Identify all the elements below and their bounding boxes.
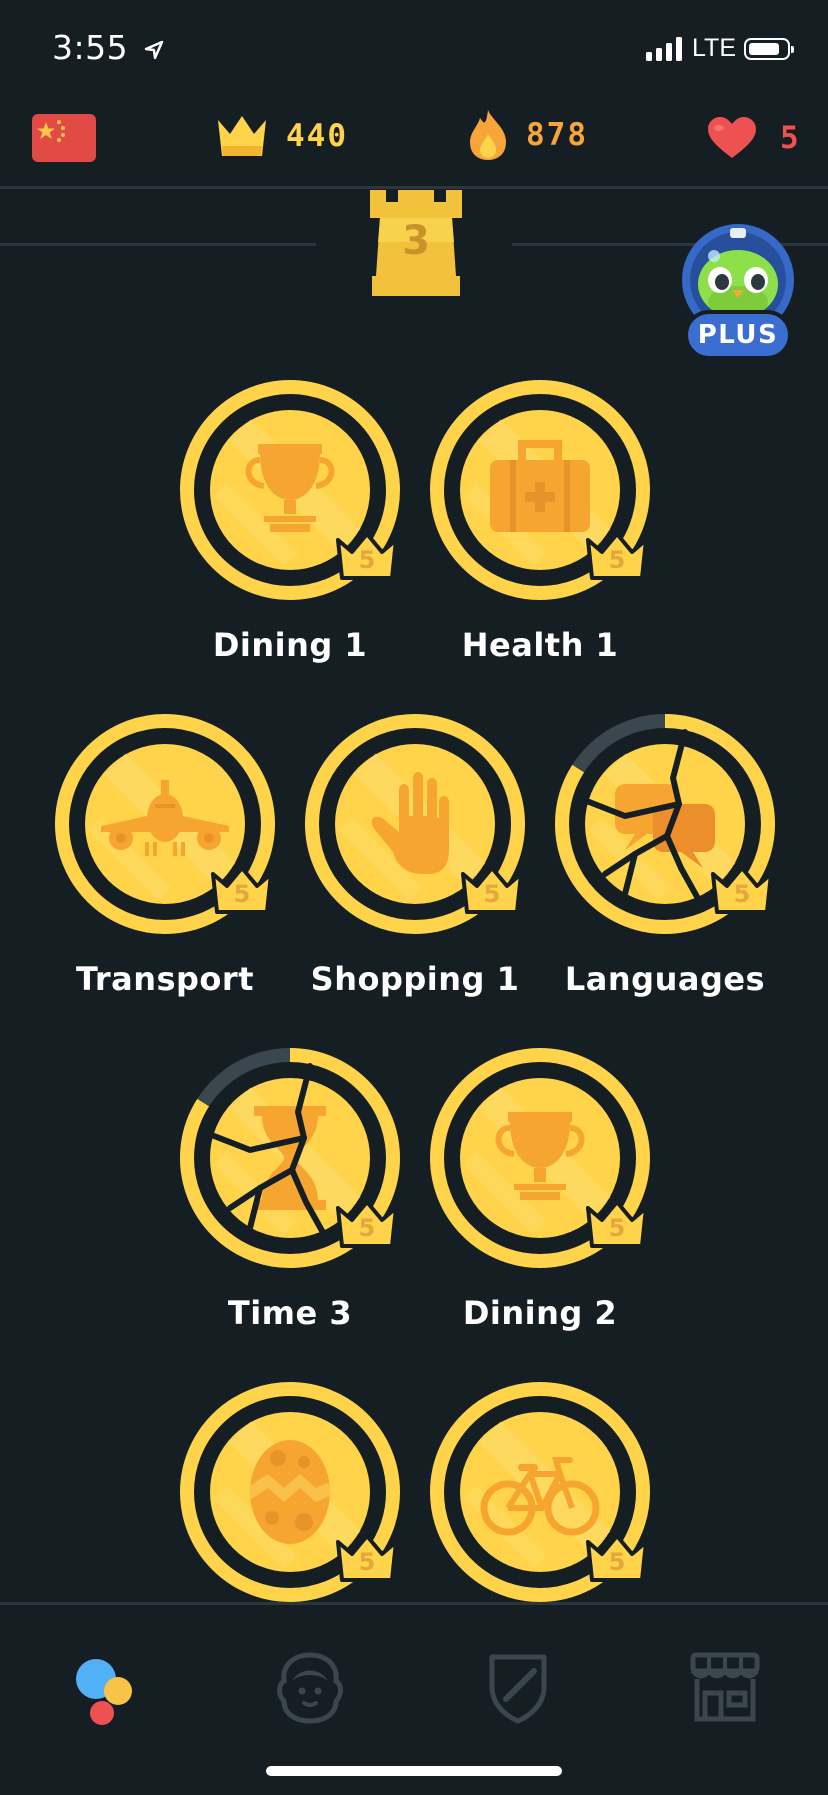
- skill-crown-badge: 5: [334, 530, 400, 582]
- course-flag-button[interactable]: [32, 114, 96, 166]
- skill-crown-level: 5: [483, 880, 501, 908]
- skill-dining-2[interactable]: 5 Dining 2: [430, 1048, 650, 1332]
- shield-icon: [489, 1654, 547, 1724]
- profile-tab-icon: [277, 1652, 343, 1724]
- shop-icon: [690, 1652, 760, 1722]
- tab-learn[interactable]: [70, 1645, 150, 1725]
- crowns-counter[interactable]: 440: [214, 112, 348, 160]
- tab-leaderboard[interactable]: [478, 1645, 558, 1725]
- skill-crown-level: 5: [358, 546, 376, 574]
- network-type: LTE: [692, 34, 736, 62]
- checkpoint-line-left: [0, 243, 316, 246]
- skill-shopping-1[interactable]: 5 Shopping 1: [305, 714, 525, 998]
- crowns-count: 440: [286, 118, 348, 154]
- skill-progress-ring: 5: [180, 380, 400, 600]
- home-indicator: [266, 1766, 562, 1776]
- skill-label: Health 1: [461, 626, 619, 664]
- streak-count: 878: [526, 117, 588, 153]
- skill-progress-ring: 5: [305, 714, 525, 934]
- skill-transport[interactable]: 5 Transport: [55, 714, 275, 998]
- skill-crown-badge: 5: [334, 1198, 400, 1250]
- skill-progress-ring: 5: [430, 380, 650, 600]
- hearts-counter[interactable]: 5: [706, 116, 801, 160]
- skill-progress-ring: 5: [55, 714, 275, 934]
- skill-crown-level: 5: [233, 880, 251, 908]
- location-arrow-icon: [144, 40, 164, 59]
- hearts-count: 5: [780, 120, 801, 156]
- skill-item-9[interactable]: 5: [430, 1382, 650, 1602]
- streak-counter[interactable]: 878: [466, 108, 588, 162]
- plus-button[interactable]: PLUS: [680, 224, 796, 364]
- skill-crown-badge: 5: [584, 1532, 650, 1584]
- skill-crown-level: 5: [733, 880, 751, 908]
- skill-crown-level: 5: [608, 1214, 626, 1242]
- skill-crown-level: 5: [608, 1548, 626, 1576]
- battery-icon: [744, 37, 794, 60]
- skill-crown-badge: 5: [584, 1198, 650, 1250]
- skill-label: Languages: [564, 960, 766, 998]
- skill-crown-level: 5: [358, 1548, 376, 1576]
- china-flag-icon: [32, 114, 96, 162]
- cellular-signal-icon: [646, 36, 682, 61]
- skill-label: Dining 2: [462, 1294, 618, 1332]
- status-time: 3:55: [52, 28, 165, 67]
- skill-crown-badge: 5: [584, 530, 650, 582]
- header-divider: [0, 186, 828, 189]
- skill-crown-badge: 5: [209, 864, 275, 916]
- learn-tab-icon: [76, 1659, 132, 1725]
- tab-shop[interactable]: [685, 1645, 765, 1725]
- skill-crown-badge: 5: [459, 864, 525, 916]
- skill-health-1[interactable]: 5 Health 1: [430, 380, 650, 664]
- skill-item-8[interactable]: 5: [180, 1382, 400, 1602]
- skill-dining-1[interactable]: 5 Dining 1: [180, 380, 400, 664]
- skill-languages[interactable]: 5 Languages: [555, 714, 775, 998]
- skill-crown-badge: 5: [334, 1532, 400, 1584]
- skill-progress-ring: 5: [180, 1048, 400, 1268]
- tab-profile[interactable]: [270, 1645, 350, 1725]
- plus-badge-label: PLUS: [684, 310, 792, 360]
- crown-icon: [218, 116, 266, 156]
- skill-time-3[interactable]: 5 Time 3: [180, 1048, 400, 1332]
- skill-progress-ring: 5: [430, 1382, 650, 1602]
- checkpoint-level: 3: [402, 218, 430, 264]
- skill-crown-badge: 5: [709, 864, 775, 916]
- heart-icon: [708, 117, 756, 158]
- skill-crown-level: 5: [608, 546, 626, 574]
- skill-progress-ring: 5: [430, 1048, 650, 1268]
- status-indicators: LTE: [646, 34, 794, 63]
- checkpoint-castle[interactable]: 3: [368, 190, 464, 296]
- skill-crown-level: 5: [358, 1214, 376, 1242]
- skill-progress-ring: 5: [180, 1382, 400, 1602]
- flame-icon: [470, 110, 506, 160]
- skill-progress-ring: 5: [555, 714, 775, 934]
